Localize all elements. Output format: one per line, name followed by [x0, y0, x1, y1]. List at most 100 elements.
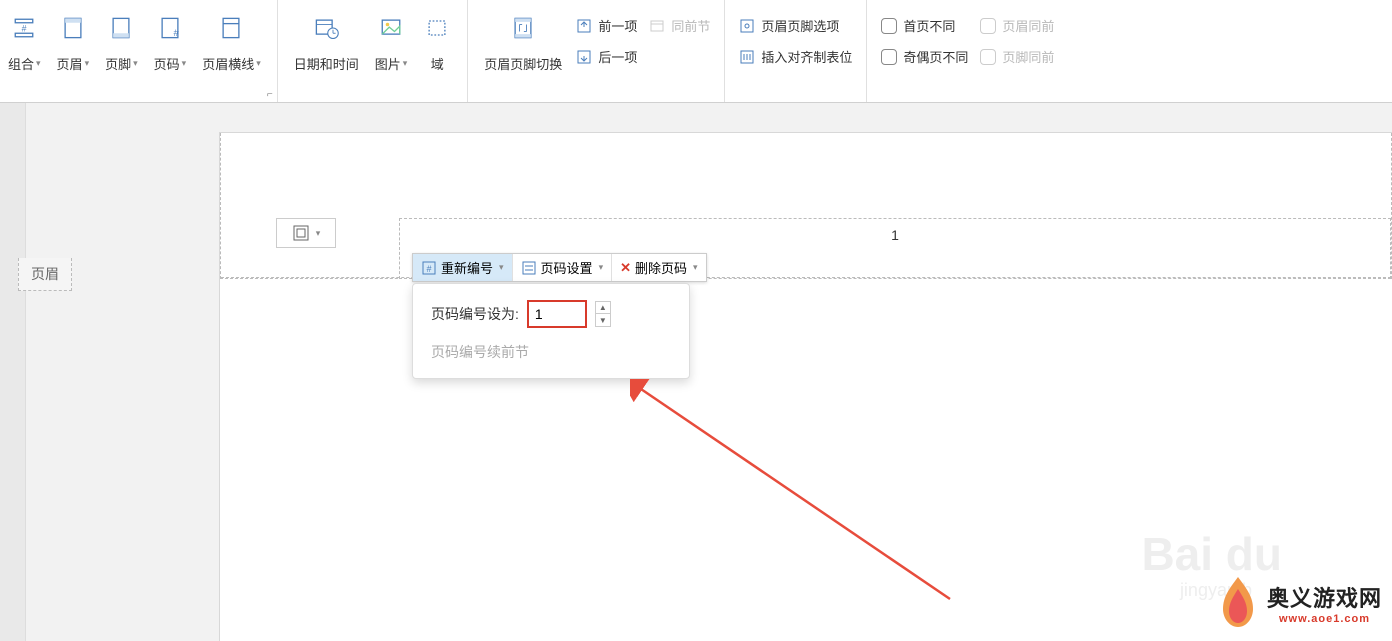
combo-button[interactable]: # 组合▾	[0, 8, 49, 96]
header-same-checkbox: 页眉同前	[974, 12, 1060, 39]
ribbon-group-insert: 日期和时间 图片▾ 域	[280, 0, 466, 102]
popup-label: 页码编号设为:	[431, 304, 519, 324]
footersame-label: 页脚同前	[1002, 47, 1054, 66]
calendar-clock-icon	[312, 14, 340, 42]
insert-align-tab-button[interactable]: 插入对齐制表位	[733, 43, 858, 70]
ribbon-group-options: 页眉页脚选项 插入对齐制表位	[727, 0, 864, 102]
svg-text:#: #	[173, 28, 179, 39]
switch-label: 页眉页脚切换	[484, 54, 562, 73]
combo-icon: #	[10, 14, 38, 42]
svg-text:#: #	[426, 264, 431, 274]
prev-section-button[interactable]: 前一项	[570, 12, 643, 39]
pagenum-icon: #	[156, 14, 184, 42]
ribbon-group-header-footer: # 组合▾ 页眉▾ 页脚▾ # 页码▾ 页眉横线▾ ⌐	[0, 0, 275, 102]
continue-prev-link[interactable]: 页码编号续前节	[431, 342, 671, 362]
headerline-button[interactable]: 页眉横线▾	[194, 8, 269, 96]
number-spinner: ▲ ▼	[595, 301, 611, 327]
chevron-down-icon: ▾	[85, 58, 90, 69]
next-icon	[576, 49, 592, 65]
site-logo-badge: 奥义游戏网 www.aoe1.com	[1215, 575, 1382, 631]
next-section-button[interactable]: 后一项	[570, 43, 643, 70]
header-edit-area[interactable]: ▾ 1	[220, 133, 1392, 279]
headerline-icon	[217, 14, 245, 42]
field-button[interactable]: 域	[415, 8, 459, 96]
popup-input-row: 页码编号设为: ▲ ▼	[431, 300, 671, 328]
datetime-button[interactable]: 日期和时间	[286, 8, 367, 96]
chevron-down-icon: ▾	[182, 58, 187, 69]
first-page-diff-checkbox[interactable]: 首页不同	[875, 12, 974, 39]
link-icon	[649, 18, 665, 34]
page-start-number-input[interactable]	[527, 300, 587, 328]
sameprev-label: 同前节	[671, 16, 710, 35]
spinner-down-button[interactable]: ▼	[596, 314, 610, 326]
tab-icon	[739, 49, 755, 65]
anchor-widget[interactable]: ▾	[276, 218, 336, 248]
page-settings-button[interactable]: 页码设置 ▾	[513, 254, 613, 281]
chevron-down-icon: ▾	[499, 262, 504, 273]
separator	[866, 0, 867, 102]
separator	[467, 0, 468, 102]
separator	[277, 0, 278, 102]
prev-icon	[576, 18, 592, 34]
datetime-label: 日期和时间	[294, 54, 359, 73]
footer-label: 页脚	[105, 54, 131, 73]
field-label: 域	[431, 54, 444, 73]
logo-sub-text: www.aoe1.com	[1279, 613, 1370, 625]
picture-button[interactable]: 图片▾	[367, 8, 416, 96]
same-prev-button: 同前节	[643, 12, 716, 39]
combo-label: 组合	[8, 54, 34, 73]
options-icon	[739, 18, 755, 34]
delete-pagenum-button[interactable]: ✕ 删除页码 ▾	[612, 254, 705, 281]
renumber-label: 重新编号	[441, 258, 493, 277]
picture-label: 图片	[375, 54, 401, 73]
settings-label: 页码设置	[541, 258, 593, 277]
footer-button[interactable]: 页脚▾	[97, 8, 146, 96]
annotation-arrow	[630, 379, 960, 609]
chevron-down-icon: ▾	[316, 228, 321, 239]
delete-label: 删除页码	[635, 258, 687, 277]
oddeven-label: 奇偶页不同	[903, 47, 968, 66]
align-label: 插入对齐制表位	[761, 47, 852, 66]
renumber-popup: 页码编号设为: ▲ ▼ 页码编号续前节	[412, 283, 690, 379]
page-number-display[interactable]: 1	[891, 227, 899, 243]
header-footer-options-button[interactable]: 页眉页脚选项	[733, 12, 858, 39]
pagenum-button[interactable]: # 页码▾	[146, 8, 195, 96]
renumber-icon: #	[421, 260, 437, 276]
picture-icon	[377, 14, 405, 42]
ribbon: # 组合▾ 页眉▾ 页脚▾ # 页码▾ 页眉横线▾ ⌐ 日期和时间 图片▾	[0, 0, 1392, 103]
renumber-button[interactable]: # 重新编号 ▾	[413, 254, 513, 281]
headerline-label: 页眉横线	[202, 54, 254, 73]
switch-button[interactable]: 页眉页脚切换	[476, 8, 570, 96]
header-button[interactable]: 页眉▾	[49, 8, 98, 96]
firstdiff-label: 首页不同	[903, 16, 955, 35]
svg-text:#: #	[22, 24, 27, 34]
switch-icon	[509, 14, 537, 42]
options-label: 页眉页脚选项	[761, 16, 839, 35]
prev-label: 前一项	[598, 16, 637, 35]
page-number-mini-toolbar: # 重新编号 ▾ 页码设置 ▾ ✕ 删除页码 ▾	[412, 253, 707, 282]
header-label: 页眉	[57, 54, 83, 73]
left-gutter	[0, 103, 26, 641]
chevron-down-icon: ▾	[599, 262, 604, 273]
footer-same-checkbox: 页脚同前	[974, 43, 1060, 70]
spinner-up-button[interactable]: ▲	[596, 302, 610, 314]
chevron-down-icon: ▾	[36, 58, 41, 69]
delete-icon: ✕	[620, 260, 631, 276]
separator	[724, 0, 725, 102]
checkbox-icon	[980, 49, 996, 65]
chevron-down-icon: ▾	[403, 58, 408, 69]
header-icon	[59, 14, 87, 42]
watermark-brand: Bai du	[1141, 527, 1282, 581]
layout-icon	[292, 224, 310, 242]
header-tag-label: 页眉	[18, 258, 72, 291]
footer-icon	[107, 14, 135, 42]
next-label: 后一项	[598, 47, 637, 66]
chevron-down-icon: ▾	[693, 262, 698, 273]
group-expand-icon[interactable]: ⌐	[267, 89, 273, 100]
ribbon-group-checks: 首页不同 奇偶页不同 页眉同前 页脚同前	[869, 0, 1066, 102]
chevron-down-icon: ▾	[256, 58, 261, 69]
pagenum-label: 页码	[154, 54, 180, 73]
settings-icon	[521, 260, 537, 276]
field-icon	[423, 14, 451, 42]
odd-even-diff-checkbox[interactable]: 奇偶页不同	[875, 43, 974, 70]
